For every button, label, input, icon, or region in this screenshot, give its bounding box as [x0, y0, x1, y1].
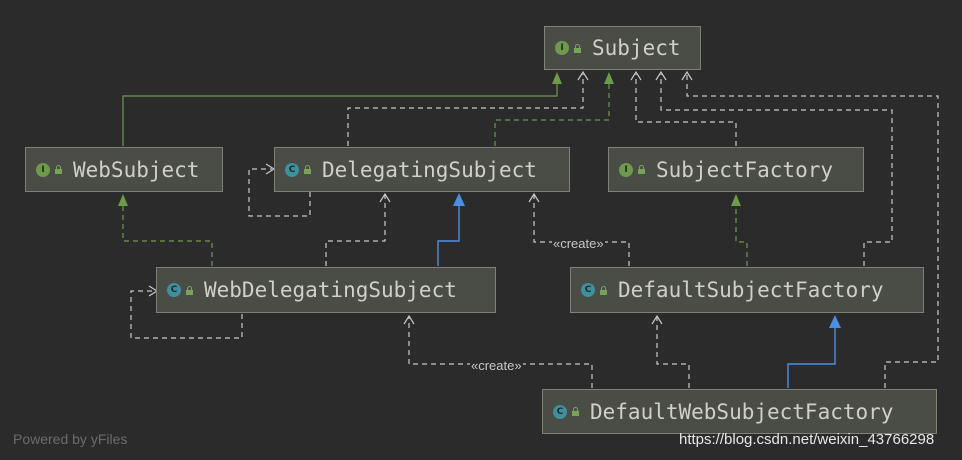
arrowhead: [731, 194, 741, 206]
edge-defaultwebsubjectfactory-create-webdelegatingsubject: [408, 316, 593, 388]
edge-websubject-extends-subject: [122, 84, 558, 146]
create-label-1: «create»: [552, 236, 605, 251]
node-label: WebDelegatingSubject: [204, 278, 457, 302]
node-web-subject[interactable]: I WebSubject: [25, 147, 223, 192]
lock-icon: [303, 165, 312, 174]
node-label: SubjectFactory: [656, 157, 834, 182]
lock-icon: [637, 165, 646, 174]
lock-icon: [54, 165, 63, 174]
node-default-subject-factory[interactable]: C DefaultSubjectFactory: [570, 267, 924, 313]
lock-icon: [599, 285, 608, 295]
edge-defaultsubjectfactory-implements-subjectfactory: [735, 206, 748, 266]
node-web-delegating-subject[interactable]: C WebDelegatingSubject: [156, 267, 496, 313]
lock-icon: [185, 285, 194, 295]
interface-icon: I: [619, 162, 633, 177]
node-subject[interactable]: I Subject: [544, 26, 701, 70]
node-label: Subject: [592, 36, 681, 60]
class-icon: C: [581, 283, 595, 297]
class-icon: C: [167, 283, 181, 297]
node-delegating-subject[interactable]: C DelegatingSubject: [274, 147, 570, 192]
class-icon: C: [285, 162, 299, 177]
edge-delegatingsubject-dep-subject: [347, 74, 584, 146]
node-label: WebSubject: [73, 157, 200, 182]
watermark-text: https://blog.csdn.net/weixin_43766298: [679, 431, 935, 448]
node-default-web-subject-factory[interactable]: C DefaultWebSubjectFactory: [542, 389, 937, 434]
arrowhead: [655, 70, 667, 81]
arrowhead: [577, 70, 589, 81]
node-subject-factory[interactable]: I SubjectFactory: [608, 147, 864, 192]
lock-icon: [573, 43, 582, 53]
edge-defaultwebsubjectfactory-dep-subject: [686, 74, 939, 388]
arrowhead: [829, 315, 841, 328]
edge-webdelegatingsubject-dep-delegatingsubject: [325, 194, 386, 266]
edge-webdelegatingsubject-implements-websubject: [122, 206, 213, 266]
powered-by-text: Powered by yFiles: [13, 431, 128, 447]
node-label: DefaultSubjectFactory: [618, 278, 884, 302]
edge-defaultsubjectfactory-create-delegatingsubject: [533, 194, 630, 266]
create-label-2: «create»: [470, 358, 523, 373]
arrowhead: [604, 72, 614, 84]
edge-delegatingsubject-implements-subject: [494, 84, 610, 146]
arrowhead: [630, 70, 642, 81]
interface-icon: I: [36, 162, 50, 177]
arrowhead: [118, 194, 128, 206]
interface-icon: I: [555, 41, 569, 55]
arrowhead: [453, 193, 465, 206]
node-label: DefaultWebSubjectFactory: [590, 399, 894, 424]
edge-defaultwebsubjectfactory-dep-defaultsubjectfactory: [656, 316, 690, 388]
class-icon: C: [553, 404, 567, 419]
node-label: DelegatingSubject: [322, 157, 537, 182]
edge-webdelegatingsubject-extends-delegatingsubject: [437, 206, 460, 266]
arrowhead: [552, 72, 562, 84]
lock-icon: [571, 407, 580, 416]
edge-defaultwebsubjectfactory-extends-defaultsubjectfactory: [787, 328, 836, 388]
